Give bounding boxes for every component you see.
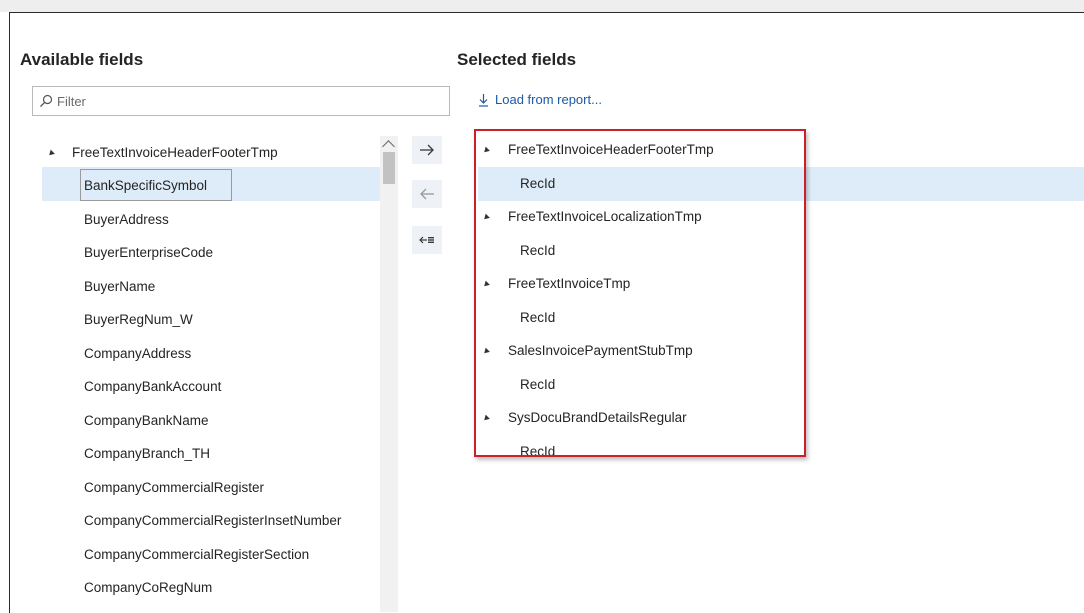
- add-field-button[interactable]: [412, 136, 442, 164]
- filter-input[interactable]: [57, 88, 437, 114]
- available-field-item[interactable]: CompanyCommercialRegisterSection: [84, 547, 309, 562]
- available-fields-scrollbar[interactable]: [380, 136, 398, 612]
- download-icon: [479, 93, 488, 107]
- selected-field-item[interactable]: RecId: [520, 176, 555, 191]
- remove-field-button[interactable]: [412, 180, 442, 208]
- arrow-left-icon: [420, 188, 434, 200]
- selected-field-item[interactable]: RecId: [520, 377, 555, 392]
- arrow-right-icon: [420, 144, 434, 156]
- available-field-item[interactable]: CompanyCommercialRegisterInsetNumber: [84, 513, 341, 528]
- selected-field-item[interactable]: RecId: [520, 310, 555, 325]
- selected-field-item[interactable]: RecId: [520, 243, 555, 258]
- load-from-report-label: Load from report...: [495, 92, 602, 107]
- filter-box[interactable]: [32, 86, 450, 116]
- selected-group-label[interactable]: FreeTextInvoiceLocalizationTmp: [508, 209, 702, 224]
- available-field-item[interactable]: BuyerAddress: [84, 212, 169, 227]
- available-field-item[interactable]: CompanyCoRegNum: [84, 580, 212, 595]
- selected-group-label[interactable]: FreeTextInvoiceHeaderFooterTmp: [508, 142, 714, 157]
- selected-group-label[interactable]: FreeTextInvoiceTmp: [508, 276, 630, 291]
- selected-fields-heading: Selected fields: [457, 50, 577, 69]
- available-field-item[interactable]: BuyerName: [84, 279, 155, 294]
- available-field-item[interactable]: BuyerRegNum_W: [84, 312, 193, 327]
- available-fields-heading: Available fields: [20, 50, 144, 69]
- tree-group-label[interactable]: FreeTextInvoiceHeaderFooterTmp: [72, 145, 278, 160]
- remove-all-fields-button[interactable]: [412, 226, 442, 254]
- available-field-item[interactable]: CompanyAddress: [84, 346, 191, 361]
- available-field-item[interactable]: CompanyBankName: [84, 413, 209, 428]
- available-field-item[interactable]: CompanyCommercialRegister: [84, 480, 264, 495]
- selected-row-highlight: [478, 167, 1084, 201]
- load-from-report-link[interactable]: Load from report...: [478, 92, 602, 107]
- selected-group-label[interactable]: SysDocuBrandDetailsRegular: [508, 410, 687, 425]
- remove-all-icon: [419, 236, 434, 244]
- scroll-up-icon[interactable]: [382, 140, 395, 153]
- available-field-item[interactable]: BankSpecificSymbol: [84, 178, 207, 193]
- available-field-item[interactable]: CompanyBankAccount: [84, 379, 221, 394]
- available-field-item[interactable]: BuyerEnterpriseCode: [84, 245, 213, 260]
- selected-group-label[interactable]: SalesInvoicePaymentStubTmp: [508, 343, 693, 358]
- selected-field-item[interactable]: RecId: [520, 444, 555, 459]
- scroll-thumb[interactable]: [383, 152, 395, 184]
- top-bar: [0, 0, 1084, 12]
- search-icon: [40, 94, 53, 107]
- available-field-item[interactable]: CompanyBranch_TH: [84, 446, 210, 461]
